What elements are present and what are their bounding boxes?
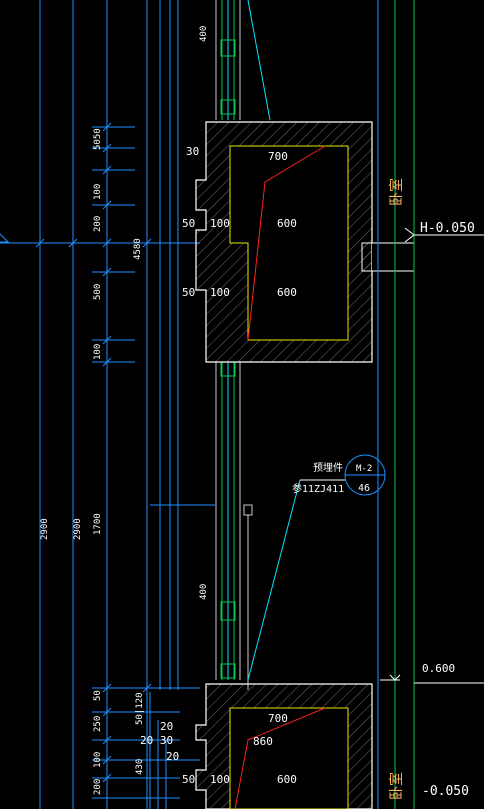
dim-100a: 100 bbox=[93, 184, 103, 200]
room-label-bottom: 卧室 bbox=[388, 772, 405, 800]
detail-number-bottom: 46 bbox=[358, 483, 370, 494]
dim-100c: 100 bbox=[210, 773, 230, 786]
dim-400b: 400 bbox=[199, 584, 209, 600]
elevation-bottom: -0.050 bbox=[422, 784, 469, 799]
room-label-top: 卧室 bbox=[388, 178, 405, 206]
detail-number-top: M-2 bbox=[356, 464, 372, 474]
dim-600b: 600 bbox=[277, 286, 297, 299]
dim-30a: 30 bbox=[186, 145, 199, 158]
dim-250: 250 bbox=[93, 716, 103, 732]
dim-500: 500 bbox=[93, 284, 103, 300]
dim-100b: 100 bbox=[93, 344, 103, 360]
dim-20-30: 20 30 bbox=[140, 734, 173, 747]
dim-400a: 400 bbox=[199, 26, 209, 42]
embed-title: 预埋件 bbox=[313, 462, 343, 474]
dim-100c: 100 bbox=[93, 752, 103, 768]
dim-100a: 100 bbox=[210, 217, 230, 230]
elevation-h: H-0.050 bbox=[420, 221, 475, 236]
beam-section-top bbox=[195, 121, 415, 363]
dim-5050: 5050 bbox=[93, 128, 103, 150]
dim-50c: 50 bbox=[182, 773, 195, 786]
cad-drawing-canvas: 5050 100 200 4580 500 100 2900 2900 1700… bbox=[0, 0, 484, 809]
dim-1700: 1700 bbox=[93, 513, 103, 535]
dim-600a: 600 bbox=[277, 217, 297, 230]
elevation-0600: 0.600 bbox=[422, 662, 455, 675]
dim-200b: 200 bbox=[93, 779, 103, 795]
dim-4580: 4580 bbox=[133, 238, 143, 260]
dim-20: 20 bbox=[160, 720, 173, 733]
beam-section-bottom bbox=[195, 683, 373, 809]
embed-reference: 参11ZJ411 bbox=[292, 482, 344, 495]
vertical-dimension-texts: 5050 100 200 4580 500 100 2900 2900 1700… bbox=[40, 26, 209, 795]
dim-860: 860 bbox=[253, 735, 273, 748]
dim-50b: 50 bbox=[182, 286, 195, 299]
dim-700a: 700 bbox=[268, 150, 288, 163]
dim-430: 430 bbox=[135, 759, 145, 775]
dim-700b: 700 bbox=[268, 712, 288, 725]
dim-200a: 200 bbox=[93, 216, 103, 232]
dim-2900a: 2900 bbox=[40, 518, 50, 540]
dim-20b: 20 bbox=[166, 750, 179, 763]
dim-50a: 50 bbox=[182, 217, 195, 230]
dim-600c: 600 bbox=[277, 773, 297, 786]
dim-100b: 100 bbox=[210, 286, 230, 299]
dim-50-120: 50|120 bbox=[135, 692, 145, 725]
dim-2900b: 2900 bbox=[73, 518, 83, 540]
dim-50a: 50 bbox=[93, 690, 103, 701]
left-dimension-lines bbox=[0, 0, 215, 809]
